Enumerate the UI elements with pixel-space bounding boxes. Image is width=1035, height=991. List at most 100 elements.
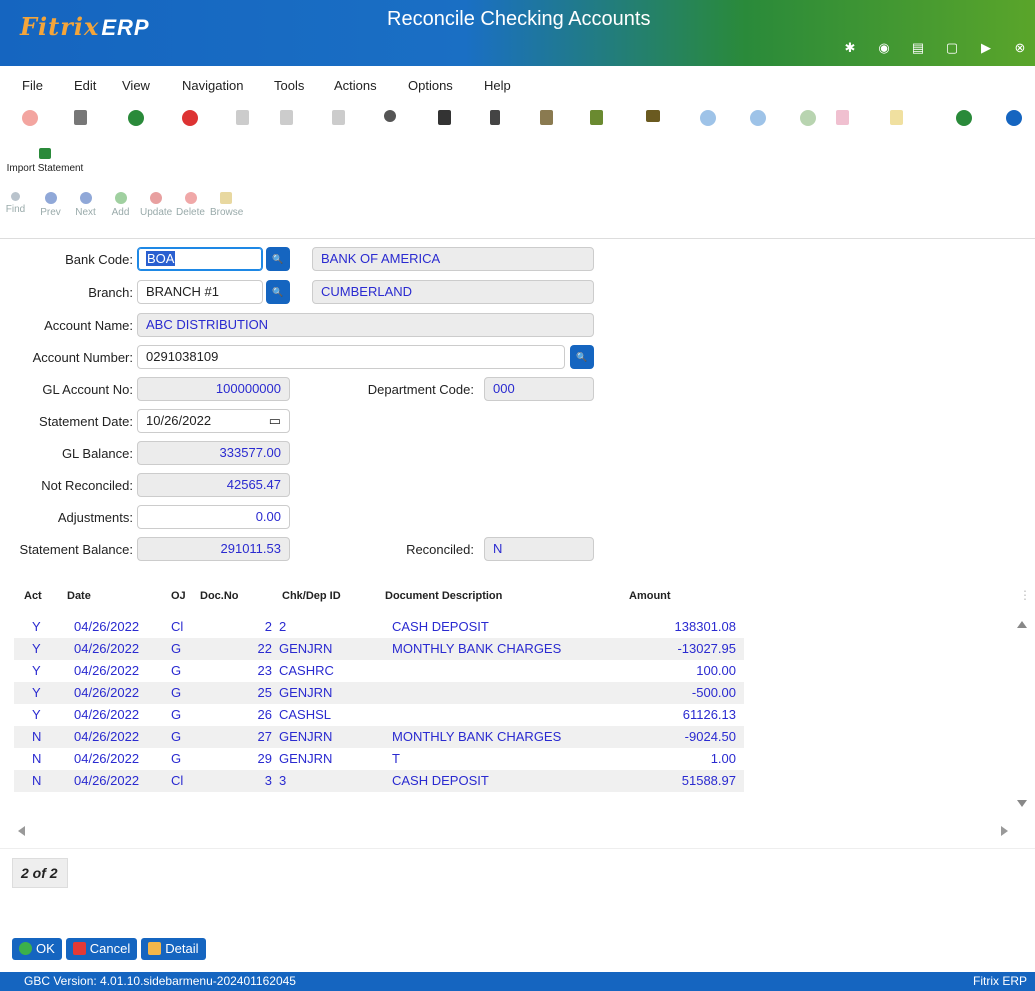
- brand-text: Fitrix ERP: [973, 974, 1027, 988]
- branch-name-field: CUMBERLAND: [312, 280, 594, 304]
- branch-lookup-button[interactable]: 🔍: [266, 280, 290, 304]
- table-row[interactable]: Y 04/26/2022 G 22 GENJRN MONTHLY BANK CHARGES…: [14, 638, 744, 660]
- cell-chk: CASHRC: [279, 663, 334, 678]
- search-icon[interactable]: [384, 110, 396, 122]
- money-icon[interactable]: [890, 110, 903, 125]
- browse-button[interactable]: Browse: [210, 192, 243, 232]
- calendar-icon[interactable]: ▭: [269, 413, 281, 429]
- branch-input[interactable]: BRANCH #1: [137, 280, 263, 304]
- delete-icon[interactable]: [182, 110, 198, 126]
- table-row[interactable]: N 04/26/2022 Cl 3 3 CASH DEPOSIT 51588.97: [14, 770, 744, 792]
- col-docno[interactable]: Doc.No: [200, 590, 239, 602]
- checklist-icon[interactable]: [590, 110, 603, 125]
- menu-edit[interactable]: Edit: [74, 72, 96, 99]
- scroll-left-icon[interactable]: [18, 826, 25, 836]
- scroll-right-icon[interactable]: [1001, 826, 1008, 836]
- grid-icon[interactable]: [332, 110, 345, 125]
- next-button[interactable]: Next: [70, 192, 101, 232]
- adjustments-label: Adjustments:: [57, 510, 133, 525]
- not-reconciled-field: 42565.47: [137, 473, 290, 497]
- col-chk-dep-id[interactable]: Chk/Dep ID: [282, 590, 341, 602]
- find-button[interactable]: Find: [0, 192, 31, 232]
- cell-docno: 23: [257, 663, 272, 678]
- new-page-icon[interactable]: ▢: [945, 40, 959, 56]
- divider: [0, 848, 1035, 849]
- col-date[interactable]: Date: [67, 590, 91, 602]
- close-icon[interactable]: ⊗: [1013, 40, 1027, 56]
- version-text: GBC Version: 4.01.10.sidebarmenu-2024011…: [24, 974, 296, 988]
- gear-icon[interactable]: ✱: [843, 40, 857, 56]
- cell-docno: 26: [257, 707, 272, 722]
- page-icon[interactable]: [236, 110, 249, 125]
- col-oj[interactable]: OJ: [171, 590, 186, 602]
- detail-icon[interactable]: [646, 110, 660, 122]
- accept-icon[interactable]: [128, 110, 144, 126]
- cell-amount: -9024.50: [684, 729, 736, 744]
- cancel-query-icon[interactable]: [22, 110, 38, 126]
- copy-icon[interactable]: [74, 110, 87, 125]
- ok-button[interactable]: OK: [12, 938, 62, 960]
- cell-act: Y: [32, 641, 41, 656]
- down-circle-icon[interactable]: [700, 110, 716, 126]
- menu-help[interactable]: Help: [484, 72, 511, 99]
- attach-icon[interactable]: [490, 110, 500, 125]
- menu-file[interactable]: File: [22, 72, 43, 99]
- play-icon[interactable]: ▶: [979, 40, 993, 56]
- document-icon[interactable]: ▤: [911, 40, 925, 56]
- app-header: FitrixERP Reconcile Checking Accounts ✱ …: [0, 0, 1035, 66]
- paste-icon[interactable]: [280, 110, 293, 125]
- menu-view[interactable]: View: [122, 72, 150, 99]
- account-number-label: Account Number:: [32, 350, 133, 365]
- add-button[interactable]: Add: [105, 192, 136, 232]
- table-row[interactable]: Y 04/26/2022 G 25 GENJRN -500.00: [14, 682, 744, 704]
- bank-code-input[interactable]: BOA: [137, 247, 263, 271]
- table-row[interactable]: N 04/26/2022 G 29 GENJRN T 1.00: [14, 748, 744, 770]
- refresh-icon[interactable]: [956, 110, 972, 126]
- menu-tools[interactable]: Tools: [274, 72, 304, 99]
- update-button[interactable]: Update: [140, 192, 172, 232]
- folder-icon: [219, 192, 232, 204]
- menu-actions[interactable]: Actions: [334, 72, 377, 99]
- menu-options[interactable]: Options: [408, 72, 453, 99]
- scroll-up-icon[interactable]: [1017, 621, 1027, 628]
- cell-act: Y: [32, 619, 41, 634]
- scroll-down-icon[interactable]: [1017, 800, 1027, 807]
- globe-icon[interactable]: ◉: [877, 40, 891, 56]
- settings-icon[interactable]: [800, 110, 816, 126]
- cell-date: 04/26/2022: [74, 773, 140, 788]
- cell-chk: GENJRN: [279, 751, 333, 766]
- calendar-icon[interactable]: [438, 110, 451, 125]
- statement-date-input[interactable]: 10/26/2022 ▭: [137, 409, 290, 433]
- cell-docno: 3: [264, 773, 272, 788]
- gl-account-field: 100000000: [137, 377, 290, 401]
- col-act[interactable]: Act: [24, 590, 42, 602]
- table-row[interactable]: Y 04/26/2022 G 23 CASHRC 100.00: [14, 660, 744, 682]
- account-number-lookup-button[interactable]: 🔍: [570, 345, 594, 369]
- not-reconciled-label: Not Reconciled:: [41, 478, 133, 493]
- menu-navigation[interactable]: Navigation: [182, 72, 243, 99]
- table-row[interactable]: Y 04/26/2022 Cl 2 2 CASH DEPOSIT 138301.08: [14, 616, 744, 638]
- edit-doc-icon[interactable]: [540, 110, 553, 125]
- cancel-button[interactable]: Cancel: [65, 938, 138, 960]
- account-number-input[interactable]: 0291038109: [137, 345, 565, 369]
- up-circle-icon[interactable]: [750, 110, 766, 126]
- arrow-left-icon: [44, 192, 57, 204]
- bank-name-field: BANK OF AMERICA: [312, 247, 594, 271]
- report-icon[interactable]: [836, 110, 849, 125]
- cell-chk: 3: [279, 773, 287, 788]
- action-buttons: OK Cancel Detail: [12, 938, 206, 960]
- import-statement-button[interactable]: Import Statement: [0, 148, 90, 174]
- cell-chk: CASHSL: [279, 707, 332, 722]
- col-amount[interactable]: Amount: [629, 590, 671, 602]
- adjustments-input[interactable]: 0.00: [137, 505, 290, 529]
- delete-button[interactable]: Delete: [175, 192, 206, 232]
- column-menu-icon[interactable]: ⋮: [1019, 588, 1031, 602]
- col-description[interactable]: Document Description: [385, 590, 502, 602]
- prev-button[interactable]: Prev: [35, 192, 66, 232]
- table-row[interactable]: Y 04/26/2022 G 26 CASHSL 61126.13: [14, 704, 744, 726]
- bank-code-lookup-button[interactable]: 🔍: [266, 247, 290, 271]
- header-icons: ✱ ◉ ▤ ▢ ▶ ⊗: [843, 40, 1027, 56]
- detail-button[interactable]: Detail: [141, 938, 206, 960]
- help-icon[interactable]: [1006, 110, 1022, 126]
- table-row[interactable]: N 04/26/2022 G 27 GENJRN MONTHLY BANK CHARGES…: [14, 726, 744, 748]
